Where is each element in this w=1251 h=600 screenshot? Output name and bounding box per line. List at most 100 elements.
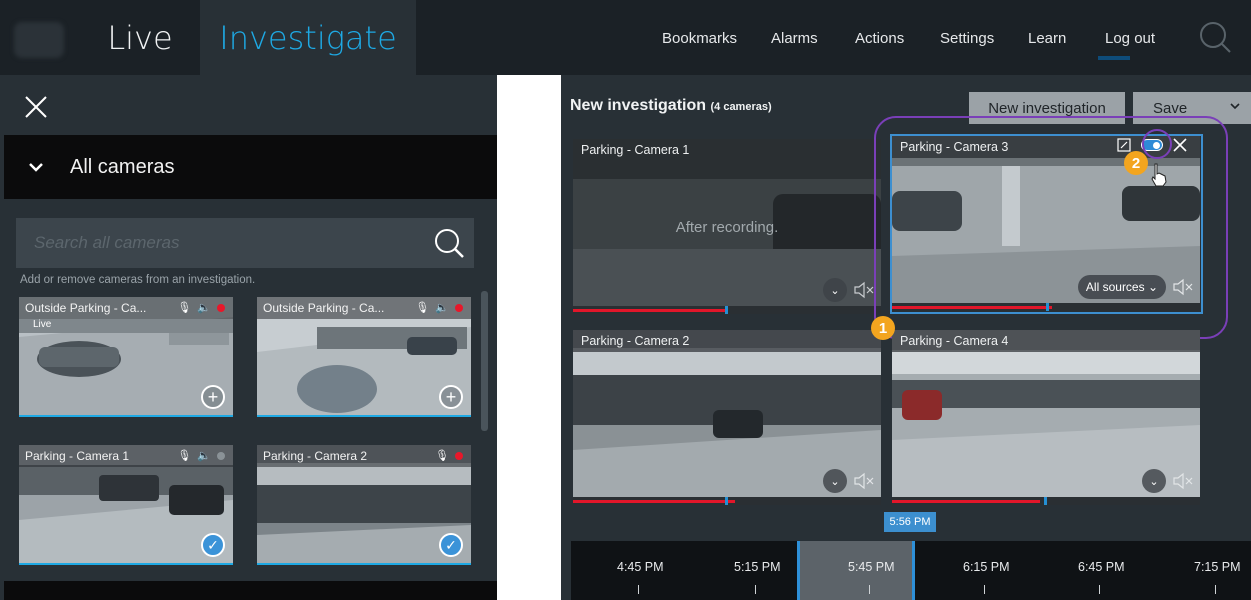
timeline-tick <box>1215 585 1216 594</box>
camera-view-tile[interactable]: Parking - Camera 1 After recording. ⌄ <box>573 139 881 314</box>
checkmark-icon: ✓ <box>207 537 219 553</box>
recording-segment <box>573 500 735 503</box>
camera-status-icons: 🎙 🔈 <box>177 449 225 462</box>
close-icon[interactable] <box>24 95 48 119</box>
microphone-icon: 🎙 <box>415 302 430 314</box>
all-cameras-label: All cameras <box>70 155 175 178</box>
timeline-time-label: 5:45 PM <box>848 560 895 574</box>
chevron-down-icon[interactable]: ⌄ <box>823 469 847 493</box>
selection-end-handle[interactable] <box>912 541 915 600</box>
checkmark-icon: ✓ <box>445 537 457 553</box>
camera-mini-timeline[interactable] <box>573 497 881 505</box>
callout-highlight-frame <box>874 116 1228 339</box>
chevron-down-icon[interactable]: ⌄ <box>823 278 847 302</box>
camera-count: (4 cameras) <box>710 101 772 113</box>
timeline-time-label: 6:15 PM <box>963 560 1010 574</box>
camera-selected-checkmark[interactable]: ✓ <box>201 533 225 557</box>
speaker-muted-icon[interactable] <box>853 472 875 490</box>
speaker-muted-icon[interactable] <box>853 281 875 299</box>
camera-thumbnail[interactable]: Parking - Camera 2 🎙 ✓ <box>257 445 471 565</box>
playhead-marker <box>725 306 728 314</box>
recording-dot-icon <box>455 451 463 460</box>
camera-status-icons: 🎙 🔈 <box>177 301 225 314</box>
camera-view-controls: ⌄ <box>823 278 875 302</box>
tab-investigate[interactable]: Investigate <box>200 0 416 75</box>
timeline-tick <box>1099 585 1100 594</box>
timeline-time-label: 4:45 PM <box>617 560 664 574</box>
speaker-icon: 🔈 <box>435 302 449 314</box>
chevron-down-icon <box>29 163 43 172</box>
playhead-marker <box>725 497 728 505</box>
camera-selected-checkmark[interactable]: ✓ <box>439 533 463 557</box>
camera-search-input[interactable] <box>16 218 416 268</box>
live-label: Live <box>33 319 52 330</box>
speaker-icon: 🔈 <box>197 302 211 314</box>
hand-cursor-icon <box>1151 163 1167 187</box>
speaker-icon: 🔈 <box>197 450 211 462</box>
save-label: Save <box>1153 99 1188 117</box>
camera-mini-timeline[interactable] <box>892 497 1200 505</box>
timeline-time-label: 6:45 PM <box>1078 560 1125 574</box>
camera-view-title: Parking - Camera 1 <box>581 143 690 157</box>
camera-view-controls: ⌄ <box>1142 469 1194 493</box>
timeline-tick <box>755 585 756 594</box>
chevron-down-icon <box>1230 103 1240 110</box>
camera-search-box <box>16 218 474 268</box>
plus-icon: + <box>445 387 457 407</box>
camera-thumbnail[interactable]: Parking - Camera 1 🎙 🔈 ✓ <box>19 445 233 565</box>
callout-badge-1: 1 <box>871 316 895 340</box>
camera-thumbnail[interactable]: Outside Parking - Ca... 🎙 🔈 + <box>257 297 471 417</box>
camera-list-scrollbar[interactable] <box>481 291 488 431</box>
add-camera-button[interactable]: + <box>439 385 463 409</box>
camera-view-tile[interactable]: Parking - Camera 2 ⌄ <box>573 330 881 505</box>
recording-dot-icon <box>217 451 225 460</box>
recording-segment <box>573 309 728 312</box>
camera-view-title: Parking - Camera 4 <box>892 330 1200 352</box>
chevron-down-icon[interactable]: ⌄ <box>1142 469 1166 493</box>
callout-badge-2: 2 <box>1124 151 1148 175</box>
all-cameras-header[interactable]: All cameras <box>4 135 497 199</box>
nav-link-bookmarks[interactable]: Bookmarks <box>662 30 737 47</box>
camera-view-title: Parking - Camera 2 <box>573 330 881 352</box>
recording-segment <box>892 500 1040 503</box>
timeline-time-label: 7:15 PM <box>1194 560 1241 574</box>
recording-dot-icon <box>455 303 463 312</box>
selection-start-handle[interactable] <box>797 541 800 600</box>
speaker-muted-icon[interactable] <box>1172 472 1194 490</box>
add-camera-button[interactable]: + <box>201 385 225 409</box>
camera-picker-panel: All cameras Add or remove cameras from a… <box>0 75 497 600</box>
callout-highlight-circle <box>1142 129 1172 159</box>
camera-mini-timeline[interactable] <box>573 306 881 314</box>
investigation-title: New investigation (4 cameras) <box>570 97 772 115</box>
plus-icon: + <box>207 387 219 407</box>
camera-thumbnail[interactable]: Outside Parking - Ca... 🎙 🔈 Live + <box>19 297 233 417</box>
nav-link-alarms[interactable]: Alarms <box>771 30 818 47</box>
investigation-title-text: New investigation <box>570 97 707 114</box>
recording-dot-icon <box>217 303 225 312</box>
timeline-tick <box>984 585 985 594</box>
playhead-marker <box>1044 497 1047 505</box>
tab-live[interactable]: Live <box>80 0 200 75</box>
top-navigation-bar: Live Investigate Bookmarks Alarms Action… <box>0 0 1251 75</box>
camera-view-tile[interactable]: Parking - Camera 4 ⌄ <box>892 330 1200 505</box>
camera-status-icons: 🎙 🔈 <box>415 301 463 314</box>
nav-hover-indicator <box>1098 56 1130 60</box>
search-hint-text: Add or remove cameras from an investigat… <box>20 274 256 286</box>
nav-link-learn[interactable]: Learn <box>1028 30 1066 47</box>
current-time-badge: 5:56 PM <box>884 512 936 532</box>
camera-view-controls: ⌄ <box>823 469 875 493</box>
search-icon[interactable] <box>1198 20 1232 54</box>
nav-link-actions[interactable]: Actions <box>855 30 904 47</box>
app-logo <box>14 22 64 58</box>
nav-link-settings[interactable]: Settings <box>940 30 994 47</box>
nav-link-log-out[interactable]: Log out <box>1105 30 1155 47</box>
microphone-icon: 🎙 <box>177 450 192 462</box>
microphone-icon: 🎙 <box>435 450 449 462</box>
timeline-tick <box>869 585 870 594</box>
after-recording-label: After recording. <box>675 219 779 236</box>
camera-status-icons: 🎙 <box>435 449 463 462</box>
microphone-icon: 🎙 <box>177 302 192 314</box>
panel-footer <box>4 581 497 600</box>
timeline-time-label: 5:15 PM <box>734 560 781 574</box>
search-icon[interactable] <box>432 226 466 260</box>
